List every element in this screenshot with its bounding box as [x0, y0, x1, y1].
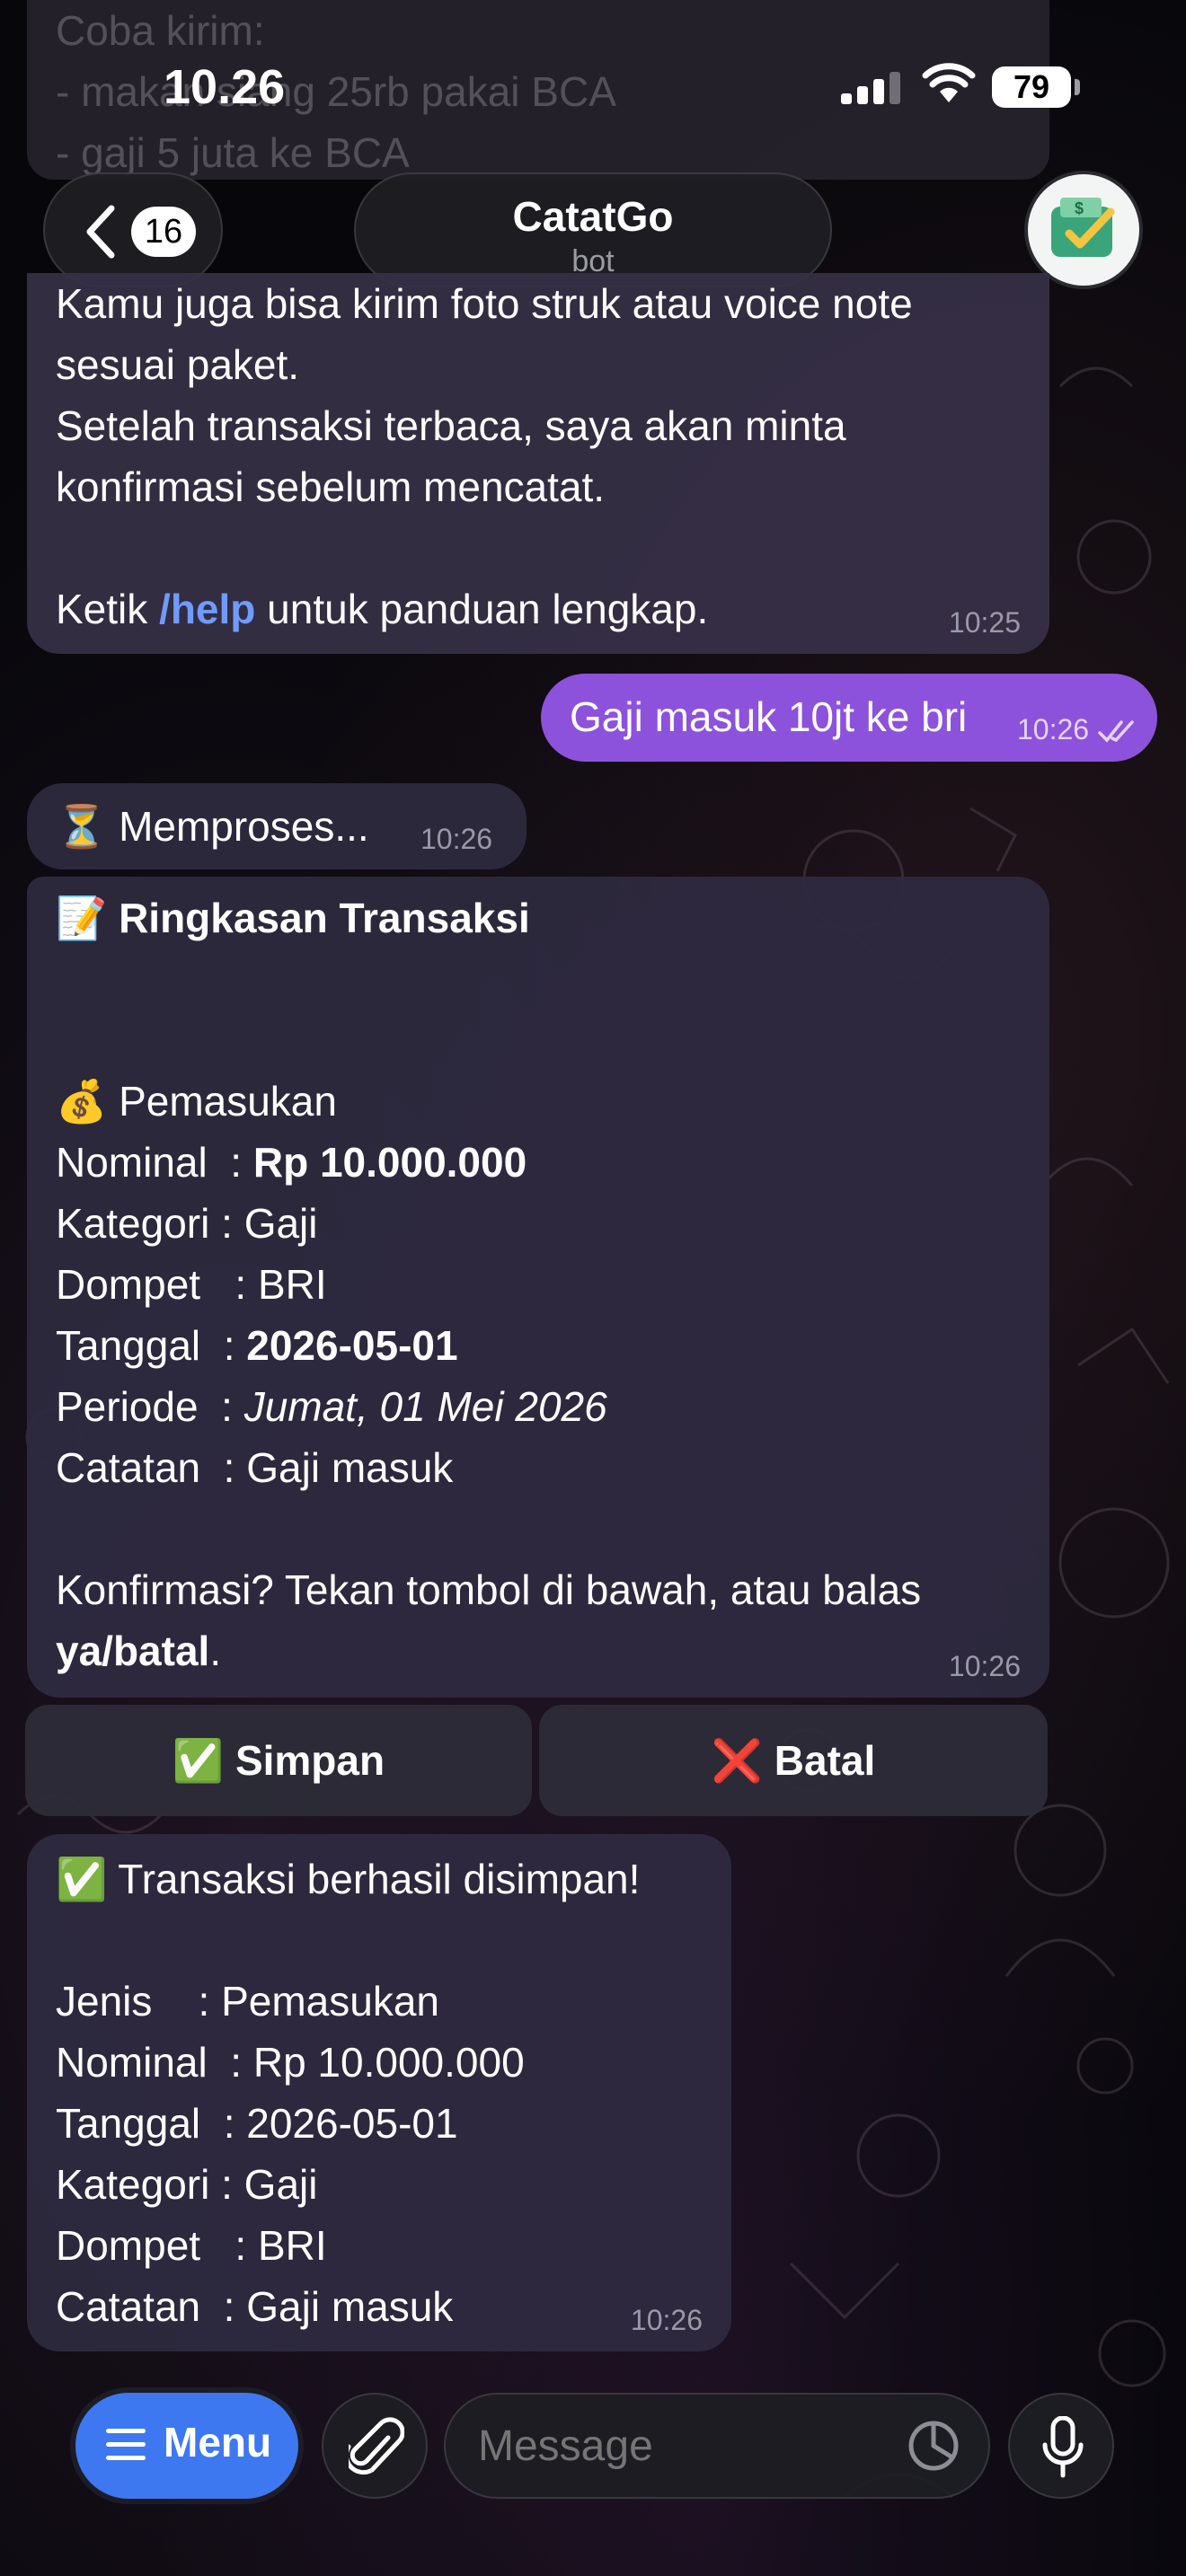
message-time: 10:25	[948, 606, 1021, 639]
summary-title: 📝 Ringkasan Transaksi	[56, 895, 530, 941]
chat-title: CatatGo	[512, 193, 674, 240]
saved-tanggal: Tanggal : 2026-05-01	[56, 2100, 458, 2147]
double-check-icon	[1098, 720, 1134, 743]
processing-text: ⏳ Memproses...	[56, 796, 369, 857]
hamburger-icon	[106, 2429, 146, 2460]
menu-button[interactable]: Menu	[75, 2393, 298, 2499]
summary-dompet: Dompet : BRI	[56, 1261, 327, 1308]
chat-title-pill[interactable]: CatatGo bot	[354, 172, 832, 287]
summary-message-bubble: 📝 Ringkasan Transaksi 💰 Pemasukan Nomina…	[27, 877, 1049, 1698]
welcome-line: konfirmasi sebelum mencatat.	[56, 463, 606, 510]
summary-periode: Periode : Jumat, 01 Mei 2026	[56, 1383, 607, 1430]
voice-record-button[interactable]	[1008, 2393, 1114, 2499]
help-prefix: Ketik	[56, 586, 160, 632]
saved-message-bubble: ✅ Transaksi berhasil disimpan! Jenis : P…	[27, 1834, 731, 2351]
saved-dompet: Dompet : BRI	[56, 2222, 327, 2269]
summary-tanggal: Tanggal : 2026-05-01	[56, 1322, 458, 1369]
processing-message-bubble: ⏳ Memproses... 10:26	[27, 783, 527, 869]
paperclip-icon	[349, 2417, 404, 2475]
help-suffix: untuk panduan lengkap.	[255, 586, 709, 632]
microphone-icon	[1042, 2416, 1084, 2478]
saved-nominal: Nominal : Rp 10.000.000	[56, 2039, 525, 2086]
memo-icon: 📝	[56, 895, 108, 941]
hourglass-icon: ⏳	[56, 803, 108, 850]
money-bag-icon: 💰	[56, 1078, 108, 1125]
status-bar: 10.26 79	[0, 0, 1186, 171]
chevron-left-icon	[86, 205, 115, 259]
summary-type: 💰 Pemasukan	[56, 1078, 337, 1125]
saved-jenis: Jenis : Pemasukan	[56, 1978, 439, 2025]
cellular-signal-icon	[841, 72, 900, 104]
welcome-line: Kamu juga bisa kirim foto struk atau voi…	[56, 280, 913, 327]
message-time: 10:26	[948, 1650, 1021, 1682]
cancel-button[interactable]: ❌ Batal	[539, 1705, 1048, 1816]
welcome-message-bubble: Kamu juga bisa kirim foto struk atau voi…	[27, 273, 1049, 654]
summary-nominal: Nominal : Rp 10.000.000	[56, 1139, 527, 1186]
battery-tip	[1075, 79, 1080, 95]
status-time: 10.26	[164, 60, 286, 114]
user-message-text: Gaji masuk 10jt ke bri	[570, 693, 968, 740]
attach-button[interactable]	[322, 2393, 428, 2499]
user-message-bubble: Gaji masuk 10jt ke bri 10:26	[541, 674, 1157, 762]
summary-confirm-options: ya/batal.	[56, 1628, 222, 1674]
message-time: 10:26	[420, 823, 493, 855]
sticker-icon[interactable]	[907, 2420, 960, 2472]
summary-catatan: Catatan : Gaji masuk	[56, 1444, 454, 1491]
message-time: 10:26	[1017, 713, 1090, 745]
summary-kategori: Kategori : Gaji	[56, 1200, 318, 1247]
saved-title: ✅ Transaksi berhasil disimpan!	[56, 1856, 641, 1902]
unread-count-badge: 16	[131, 207, 196, 257]
battery-level: 79	[992, 66, 1071, 108]
saved-kategori: Kategori : Gaji	[56, 2161, 318, 2208]
message-time: 10:26	[630, 2304, 703, 2336]
save-button[interactable]: ✅ Simpan	[25, 1705, 532, 1816]
processing-label: Memproses...	[119, 803, 369, 850]
bot-avatar[interactable]: $	[1024, 171, 1143, 289]
back-button[interactable]: 16	[43, 172, 223, 287]
wallet-check-icon: $	[1051, 198, 1115, 257]
svg-text:$: $	[1075, 199, 1084, 217]
menu-label: Menu	[164, 2419, 272, 2466]
help-command-link[interactable]: /help	[159, 586, 255, 632]
saved-catatan: Catatan : Gaji masuk	[56, 2283, 454, 2330]
help-hint: Ketik /help untuk panduan lengkap.	[56, 578, 1021, 640]
welcome-line: sesuai paket.	[56, 341, 300, 388]
summary-confirm-line: Konfirmasi? Tekan tombol di bawah, atau …	[56, 1566, 922, 1613]
welcome-line: Setelah transaksi terbaca, saya akan min…	[56, 402, 846, 449]
wifi-icon	[922, 63, 976, 102]
